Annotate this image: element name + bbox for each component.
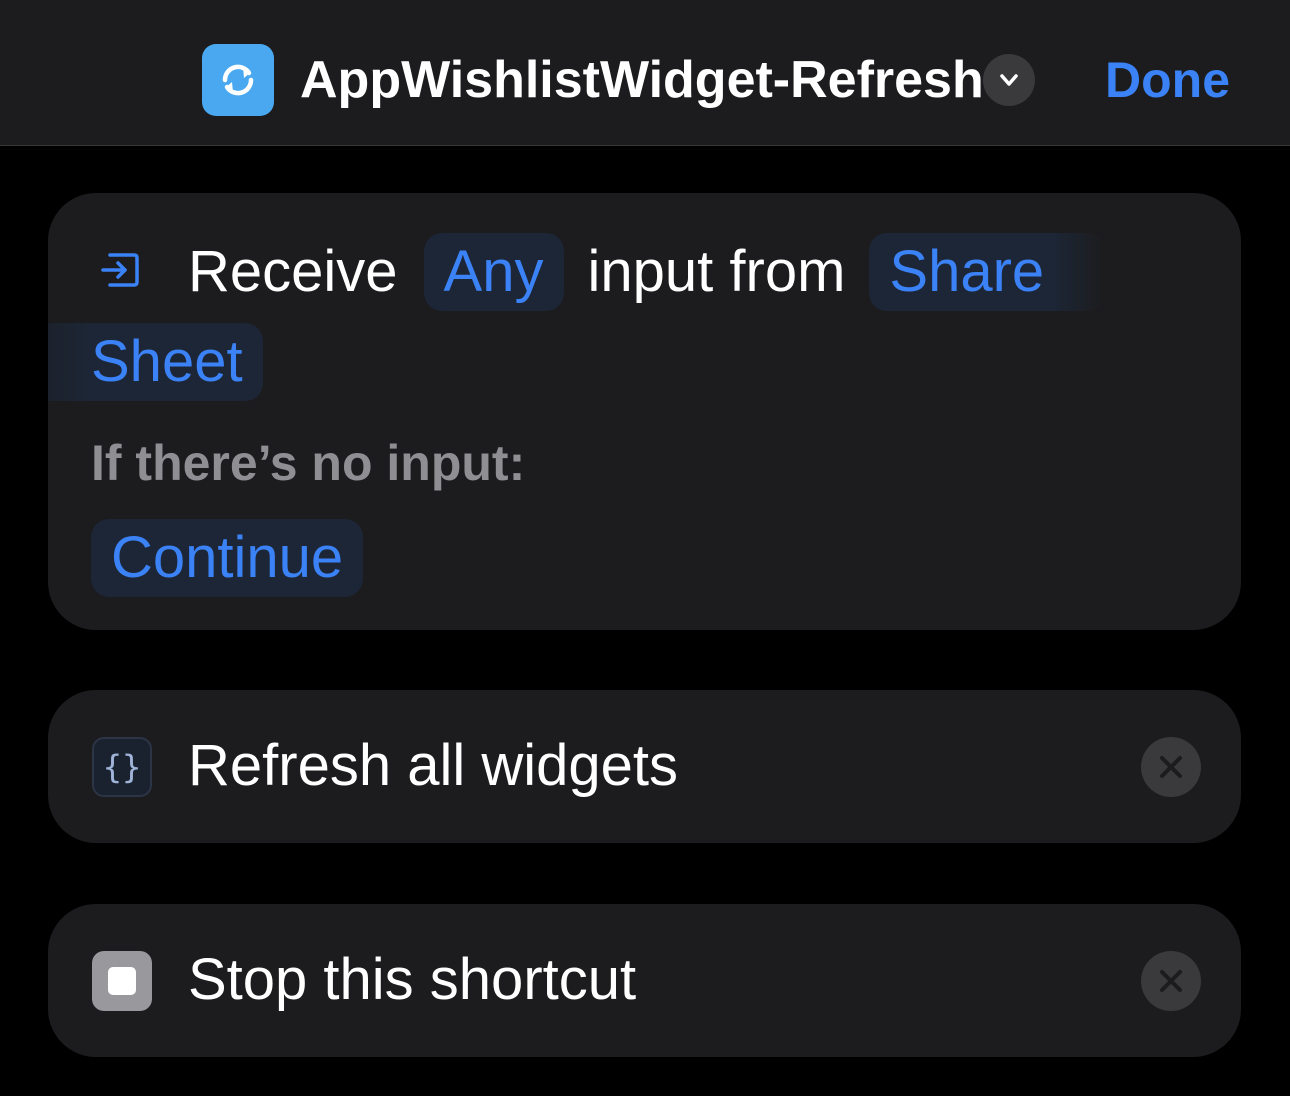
no-input-option-line: Continue: [91, 519, 364, 597]
script-braces-icon: {}: [92, 737, 152, 797]
receive-word: Receive: [188, 239, 398, 304]
shortcut-title[interactable]: AppWishlistWidget-Refresh: [300, 50, 984, 110]
title-menu-button[interactable]: [983, 54, 1035, 106]
action-stop-shortcut[interactable]: Stop this shortcut: [48, 904, 1241, 1057]
no-input-option-token[interactable]: Continue: [91, 519, 364, 597]
chevron-down-icon: [1000, 74, 1018, 86]
input-source-token[interactable]: Share: [869, 233, 1105, 311]
remove-action-button[interactable]: [1141, 737, 1201, 797]
navigation-header: AppWishlistWidget-Refresh Done: [0, 0, 1290, 146]
close-icon: [1160, 970, 1182, 992]
source-continuation-line: Sheet: [48, 323, 263, 401]
receive-line: Receive Any input from Share: [188, 233, 1105, 311]
action-refresh-widgets[interactable]: {} Refresh all widgets: [48, 690, 1241, 843]
action-receive-input[interactable]: Receive Any input from Share Sheet If th…: [48, 193, 1241, 630]
refresh-arrows-icon: [222, 64, 254, 96]
input-source-token-continued[interactable]: Sheet: [48, 323, 263, 401]
no-input-label: If there’s no input:: [91, 435, 526, 491]
refresh-widgets-label: Refresh all widgets: [188, 733, 678, 798]
stop-square-icon: [92, 951, 152, 1011]
stop-shortcut-label: Stop this shortcut: [188, 947, 637, 1012]
input-from-word: input from: [587, 239, 846, 304]
shortcut-app-icon[interactable]: [202, 44, 274, 116]
stop-square-inner: [108, 967, 136, 995]
input-type-token[interactable]: Any: [423, 233, 564, 311]
input-arrow-icon: [101, 253, 139, 287]
close-icon: [1160, 756, 1182, 778]
done-button[interactable]: Done: [1105, 50, 1230, 110]
remove-action-button[interactable]: [1141, 951, 1201, 1011]
